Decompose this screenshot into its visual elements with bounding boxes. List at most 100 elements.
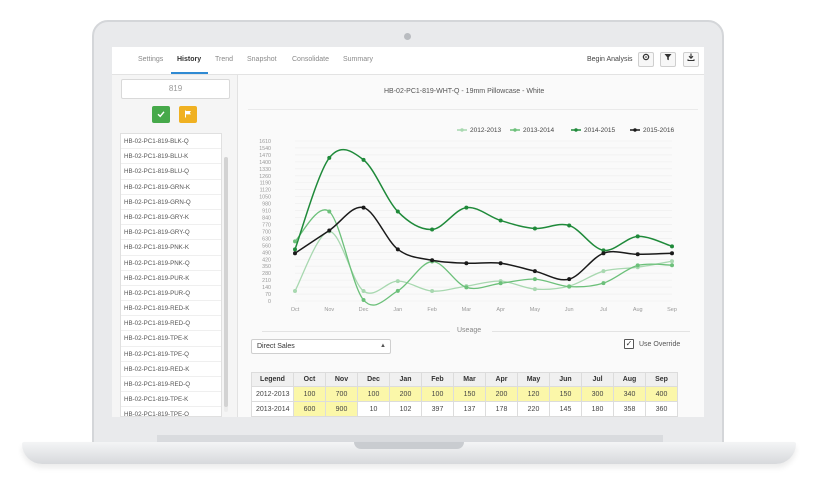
table-cell[interactable]: 900 bbox=[325, 401, 358, 417]
table-row: 2013-2014 600 900 10 102 397 137 178 220 145 180 35… bbox=[251, 401, 678, 417]
data-point bbox=[430, 227, 435, 232]
data-point bbox=[670, 251, 674, 256]
table-cell[interactable]: 150 bbox=[549, 386, 582, 402]
table-cell[interactable]: 200 bbox=[485, 386, 518, 402]
usage-type-select[interactable]: Direct Sales ▲ bbox=[251, 339, 391, 354]
x-tick-label: Aug bbox=[633, 307, 643, 313]
table-cell[interactable]: 145 bbox=[549, 401, 582, 417]
table-header-cell: May bbox=[517, 372, 550, 387]
data-point bbox=[430, 289, 435, 294]
x-tick-label: Jan bbox=[393, 307, 402, 313]
laptop-notch bbox=[354, 442, 464, 449]
table-cell[interactable]: 397 bbox=[421, 401, 454, 417]
data-point bbox=[293, 289, 297, 294]
table-cell[interactable]: 180 bbox=[581, 401, 614, 417]
table-cell[interactable]: 220 bbox=[517, 401, 550, 417]
data-point bbox=[464, 285, 469, 290]
useage-heading: Useage bbox=[457, 327, 482, 334]
data-point bbox=[567, 223, 572, 228]
table-cell[interactable]: 300 bbox=[581, 386, 614, 402]
table-header-cell: Aug bbox=[613, 372, 646, 387]
table-cell[interactable]: 358 bbox=[613, 401, 646, 417]
useage-divider-left bbox=[262, 331, 450, 332]
y-tick-label: 1540 bbox=[259, 146, 271, 152]
data-point bbox=[498, 218, 503, 223]
table-header-cell: Dec bbox=[357, 372, 390, 387]
data-point bbox=[361, 157, 366, 162]
y-tick-label: 560 bbox=[262, 243, 271, 249]
data-point bbox=[670, 244, 674, 249]
series-line-2014-2015 bbox=[294, 148, 673, 252]
y-tick-label: 1400 bbox=[259, 160, 271, 166]
data-point bbox=[567, 284, 572, 289]
use-override-checkbox[interactable]: ✓ bbox=[624, 339, 634, 349]
legend-marker bbox=[574, 128, 578, 132]
data-point bbox=[327, 155, 332, 160]
data-point bbox=[361, 298, 366, 303]
y-tick-label: 280 bbox=[262, 271, 271, 277]
data-point bbox=[327, 209, 332, 214]
table-cell[interactable]: 150 bbox=[453, 386, 486, 402]
y-tick-label: 1050 bbox=[259, 195, 271, 201]
data-point bbox=[635, 252, 640, 257]
x-tick-label: Sep bbox=[667, 307, 677, 313]
data-point bbox=[601, 281, 606, 286]
y-tick-label: 840 bbox=[262, 216, 271, 222]
legend-label: 2012-2013 bbox=[470, 127, 501, 134]
data-point bbox=[430, 258, 435, 263]
data-point bbox=[532, 287, 537, 292]
data-point bbox=[532, 226, 537, 231]
table-cell[interactable]: 340 bbox=[613, 386, 646, 402]
y-tick-label: 910 bbox=[262, 209, 271, 215]
row-legend-cell: 2013-2014 bbox=[251, 401, 294, 417]
y-tick-label: 770 bbox=[262, 222, 271, 228]
y-tick-label: 1470 bbox=[259, 153, 271, 159]
legend-label: 2014-2015 bbox=[584, 127, 615, 134]
table-cell[interactable]: 600 bbox=[293, 401, 326, 417]
data-point bbox=[532, 277, 537, 282]
data-point bbox=[635, 234, 640, 239]
data-point bbox=[395, 209, 400, 214]
legend-marker bbox=[460, 128, 464, 132]
table-cell[interactable]: 200 bbox=[389, 386, 422, 402]
table-header-cell: Oct bbox=[293, 372, 326, 387]
table-cell[interactable]: 360 bbox=[645, 401, 678, 417]
table-cell[interactable]: 100 bbox=[357, 386, 390, 402]
x-tick-label: Apr bbox=[496, 307, 505, 313]
y-tick-label: 1610 bbox=[259, 139, 271, 145]
data-point bbox=[395, 279, 400, 284]
x-tick-label: May bbox=[530, 307, 541, 313]
select-caret-icon: ▲ bbox=[380, 343, 386, 349]
y-tick-label: 630 bbox=[262, 236, 271, 242]
table-cell[interactable]: 102 bbox=[389, 401, 422, 417]
y-tick-label: 700 bbox=[262, 229, 271, 235]
row-legend-cell: 2012-2013 bbox=[251, 386, 294, 402]
x-tick-label: Jul bbox=[600, 307, 607, 313]
history-line-chart: 0701402102803504204905606307007708409109… bbox=[259, 127, 677, 313]
table-header-cell: Sep bbox=[645, 372, 678, 387]
data-point bbox=[395, 247, 400, 252]
data-point bbox=[601, 269, 606, 274]
table-cell[interactable]: 400 bbox=[645, 386, 678, 402]
data-point bbox=[498, 281, 503, 286]
y-tick-label: 1120 bbox=[260, 188, 271, 194]
table-cell[interactable]: 100 bbox=[293, 386, 326, 402]
table-header-cell: Jul bbox=[581, 372, 614, 387]
usage-table: Legend Oct Nov Dec Jan Feb Mar Apr May Jun Jul Aug S… bbox=[251, 372, 678, 417]
table-cell[interactable]: 700 bbox=[325, 386, 358, 402]
table-cell[interactable]: 137 bbox=[453, 401, 486, 417]
table-row: 2012-2013 100 700 100 200 100 150 200 120 150 300 3… bbox=[251, 386, 678, 402]
table-cell[interactable]: 178 bbox=[485, 401, 518, 417]
x-tick-label: Jun bbox=[565, 307, 574, 313]
usage-type-value: Direct Sales bbox=[257, 343, 295, 350]
x-tick-label: Mar bbox=[462, 307, 472, 313]
table-cell[interactable]: 10 bbox=[357, 401, 390, 417]
y-tick-label: 980 bbox=[262, 202, 271, 208]
y-tick-label: 350 bbox=[262, 264, 271, 270]
data-point bbox=[395, 288, 400, 293]
use-override-label: Use Override bbox=[639, 341, 681, 348]
table-cell[interactable]: 120 bbox=[517, 386, 550, 402]
data-point bbox=[464, 205, 469, 210]
data-point bbox=[532, 269, 537, 274]
table-cell[interactable]: 100 bbox=[421, 386, 454, 402]
